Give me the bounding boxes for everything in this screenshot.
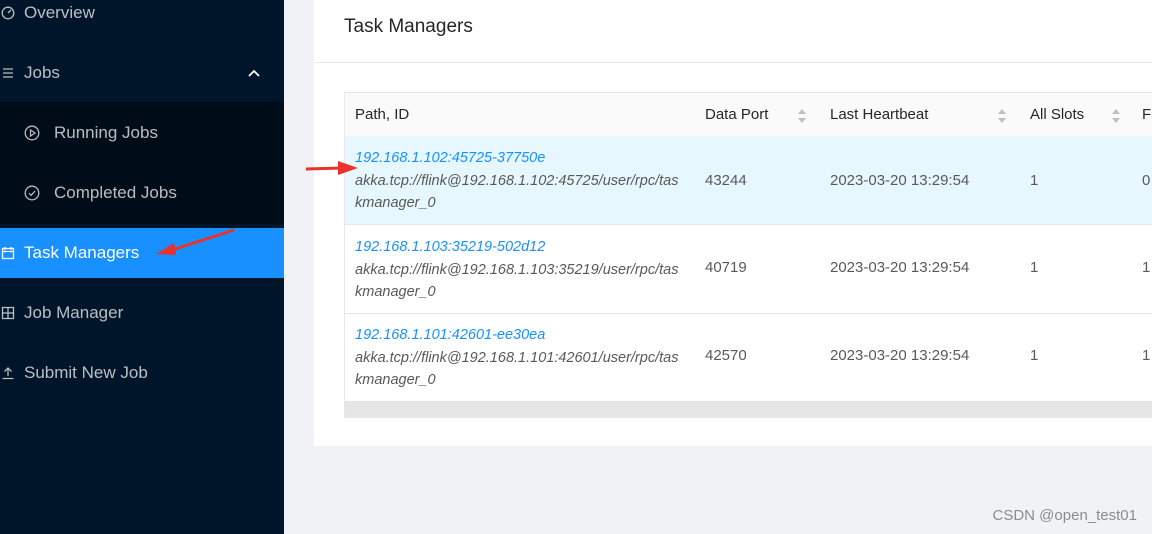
table-header: Path, ID Data Port Last Heartbeat All Sl…: [345, 93, 1152, 137]
heartbeat-cell: 2023-03-20 13:29:54: [830, 347, 970, 364]
upload-icon: [0, 365, 16, 381]
page-title: Task Managers: [344, 16, 473, 37]
horizontal-scrollbar[interactable]: [345, 401, 1152, 417]
column-header-last-heartbeat[interactable]: Last Heartbeat: [830, 106, 928, 123]
sidebar-item-label: Submit New Job: [24, 363, 148, 382]
task-manager-path: kmanager_0: [355, 284, 436, 300]
path-id-cell: 192.168.1.101:42601-ee30ea akka.tcp://fl…: [355, 324, 695, 392]
heartbeat-cell: 2023-03-20 13:29:54: [830, 259, 970, 276]
sidebar-item-label: Completed Jobs: [54, 183, 177, 202]
play-circle-icon: [24, 125, 40, 141]
task-manager-id-link[interactable]: 192.168.1.102:45725-37750e: [355, 147, 695, 170]
divider: [314, 62, 1152, 63]
sidebar-item-submit-new-job[interactable]: Submit New Job: [0, 348, 284, 398]
data-port-cell: 43244: [705, 172, 747, 189]
heartbeat-cell: 2023-03-20 13:29:54: [830, 172, 970, 189]
task-managers-card: Task Managers Path, ID Data Port Last He…: [314, 0, 1152, 446]
free-slots-cell: 1: [1142, 347, 1151, 364]
sidebar-item-label: Overview: [24, 3, 95, 22]
annotation-arrow-icon: [305, 161, 358, 175]
all-slots-cell: 1: [1030, 172, 1039, 189]
free-slots-cell: 0: [1142, 172, 1151, 189]
check-circle-icon: [24, 185, 40, 201]
path-id-cell: 192.168.1.102:45725-37750e akka.tcp://fl…: [355, 147, 695, 215]
sidebar-item-completed-jobs[interactable]: Completed Jobs: [0, 168, 284, 218]
sidebar-item-label: Task Managers: [24, 243, 140, 262]
annotation-arrow-icon: [156, 228, 235, 255]
sidebar-item-label: Job Manager: [24, 303, 124, 322]
data-port-cell: 40719: [705, 259, 747, 276]
column-header-free-slots[interactable]: Fr: [1142, 106, 1152, 123]
column-header-all-slots[interactable]: All Slots: [1030, 106, 1084, 123]
calendar-icon: [0, 245, 16, 261]
path-id-cell: 192.168.1.103:35219-502d12 akka.tcp://fl…: [355, 236, 695, 304]
table-row[interactable]: 192.168.1.101:42601-ee30ea akka.tcp://fl…: [345, 313, 1152, 402]
data-port-cell: 42570: [705, 347, 747, 364]
bars-icon: [0, 65, 16, 81]
task-manager-path: kmanager_0: [355, 195, 436, 211]
sort-icon[interactable]: [997, 108, 1007, 124]
sidebar: Overview Jobs Running Jobs Completed Job…: [0, 0, 284, 534]
table-row[interactable]: 192.168.1.102:45725-37750e akka.tcp://fl…: [345, 136, 1152, 225]
sidebar-item-task-managers[interactable]: Task Managers: [0, 228, 284, 278]
column-header-path-id: Path, ID: [355, 106, 410, 123]
task-manager-path: akka.tcp://flink@192.168.1.103:35219/use…: [355, 261, 679, 278]
task-manager-id-link[interactable]: 192.168.1.103:35219-502d12: [355, 236, 695, 259]
dashboard-icon: [0, 5, 16, 21]
chevron-up-icon: [248, 65, 260, 77]
sidebar-item-label: Jobs: [24, 63, 60, 82]
task-manager-path: akka.tcp://flink@192.168.1.101:42601/use…: [355, 349, 679, 366]
sidebar-item-overview[interactable]: Overview: [0, 0, 284, 38]
sidebar-item-jobs[interactable]: Jobs: [0, 48, 284, 98]
sidebar-item-job-manager[interactable]: Job Manager: [0, 288, 284, 338]
free-slots-cell: 1: [1142, 259, 1151, 276]
watermark: CSDN @open_test01: [992, 507, 1137, 524]
sort-icon[interactable]: [1111, 108, 1121, 124]
task-manager-path: akka.tcp://flink@192.168.1.102:45725/use…: [355, 172, 679, 189]
task-manager-path: kmanager_0: [355, 372, 436, 388]
column-header-data-port[interactable]: Data Port: [705, 106, 768, 123]
sort-icon[interactable]: [797, 108, 807, 124]
sidebar-item-running-jobs[interactable]: Running Jobs: [0, 108, 284, 158]
build-icon: [0, 305, 16, 321]
task-managers-table: Path, ID Data Port Last Heartbeat All Sl…: [344, 92, 1152, 418]
task-manager-id-link[interactable]: 192.168.1.101:42601-ee30ea: [355, 324, 695, 347]
table-row[interactable]: 192.168.1.103:35219-502d12 akka.tcp://fl…: [345, 225, 1152, 314]
sidebar-item-label: Running Jobs: [54, 123, 158, 142]
all-slots-cell: 1: [1030, 347, 1039, 364]
all-slots-cell: 1: [1030, 259, 1039, 276]
